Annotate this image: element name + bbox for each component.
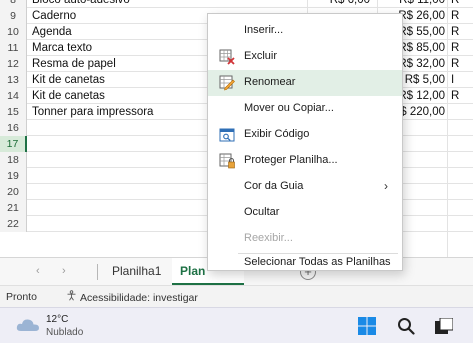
cell-extra[interactable]: R [451, 56, 459, 72]
menu-item-proteger-planilha[interactable]: Proteger Planilha... [208, 148, 402, 174]
rename-icon [219, 75, 235, 91]
cell-item[interactable]: Agenda [32, 24, 72, 40]
chevron-right-icon: › [384, 179, 388, 193]
row-header[interactable]: 10 [0, 24, 27, 40]
windows-taskbar: 12°C Nublado [0, 307, 473, 343]
cell-extra[interactable]: R [451, 24, 459, 40]
accessibility-label: Acessibilidade: investigar [80, 292, 198, 304]
cell-item[interactable]: Resma de papel [32, 56, 116, 72]
chevron-left-icon[interactable]: ‹ [36, 265, 40, 277]
windows-start-icon[interactable] [358, 317, 376, 335]
menu-item-label: Ocultar [244, 206, 280, 218]
menu-item-label: Proteger Planilha... [244, 154, 338, 166]
table-row[interactable]: 8 Bloco auto-adesivo R$ 6,00 R$ 11,00 R [0, 0, 473, 8]
row-header[interactable]: 19 [0, 168, 27, 184]
menu-item-renomear[interactable]: Renomear [208, 70, 402, 96]
cell-item[interactable]: Kit de canetas [32, 72, 105, 88]
cell-value[interactable]: R$ 6,00 [310, 0, 370, 8]
menu-item-reexibir: Reexibir... [208, 226, 402, 252]
row-header[interactable]: 15 [0, 104, 27, 120]
row-header[interactable]: 9 [0, 8, 27, 24]
cell-item[interactable]: Tonner para impressora [32, 104, 153, 120]
temperature-text: 12°C [46, 314, 69, 325]
search-icon[interactable] [397, 317, 415, 335]
row-header[interactable]: 8 [0, 0, 27, 8]
menu-item-selecionar-todas[interactable]: Selecionar Todas as Planilhas [208, 254, 402, 272]
delete-sheet-icon [219, 49, 235, 65]
menu-item-ocultar[interactable]: Ocultar [208, 200, 402, 226]
row-header[interactable]: 13 [0, 72, 27, 88]
weather-condition: Nublado [46, 327, 84, 338]
tab-divider [97, 264, 98, 280]
menu-item-inserir[interactable]: Inserir... [208, 18, 402, 44]
status-mode: Pronto [6, 291, 37, 303]
row-header[interactable]: 18 [0, 152, 27, 168]
menu-item-exibir-codigo[interactable]: Exibir Código [208, 122, 402, 148]
row-header-selected[interactable]: 17 [0, 136, 27, 152]
menu-item-cor-da-guia[interactable]: Cor da Guia › [208, 174, 402, 200]
cell-price[interactable]: R$ 11,00 [388, 0, 445, 8]
task-view-icon[interactable] [435, 318, 453, 334]
cell-extra[interactable]: R [451, 40, 459, 56]
row-header[interactable]: 12 [0, 56, 27, 72]
view-code-icon [219, 128, 235, 142]
status-bar: Pronto Acessibilidade: investigar [0, 285, 473, 307]
menu-item-label: Excluir [244, 50, 278, 62]
cell-extra[interactable]: R [451, 8, 459, 24]
menu-item-label: Renomear [244, 76, 296, 88]
cell-item[interactable]: Marca texto [32, 40, 92, 56]
cell-extra[interactable]: I [451, 72, 454, 88]
row-header[interactable]: 21 [0, 200, 27, 216]
menu-item-label: Cor da Guia [244, 180, 304, 192]
chevron-right-icon[interactable]: › [62, 265, 66, 277]
accessibility-status[interactable]: Acessibilidade: investigar [66, 290, 198, 304]
cell-item[interactable]: Bloco auto-adesivo [32, 0, 130, 8]
row-header[interactable]: 20 [0, 184, 27, 200]
cloud-icon [16, 319, 39, 331]
row-header[interactable]: 22 [0, 216, 27, 232]
menu-item-excluir[interactable]: Excluir [208, 44, 402, 70]
menu-item-label: Mover ou Copiar... [244, 102, 334, 114]
menu-item-label: Selecionar Todas as Planilhas [244, 256, 391, 268]
cell-item[interactable]: Kit de canetas [32, 88, 105, 104]
protect-sheet-icon [219, 153, 235, 169]
row-header[interactable]: 16 [0, 120, 27, 136]
cell-extra[interactable]: R [451, 0, 459, 8]
menu-item-label: Reexibir... [244, 232, 293, 244]
sheet-tab-context-menu: Inserir... Excluir Renomear Mover ou Cop… [207, 13, 403, 271]
accessibility-icon [66, 290, 77, 304]
row-header[interactable]: 11 [0, 40, 27, 56]
menu-item-mover-copiar[interactable]: Mover ou Copiar... [208, 96, 402, 122]
menu-item-label: Exibir Código [244, 128, 310, 140]
menu-item-label: Inserir... [244, 24, 284, 36]
cell-item[interactable]: Caderno [32, 8, 76, 24]
cell-extra[interactable]: R [451, 88, 459, 104]
row-header[interactable]: 14 [0, 88, 27, 104]
tab-planilha1[interactable]: Planilha1 [104, 258, 169, 286]
